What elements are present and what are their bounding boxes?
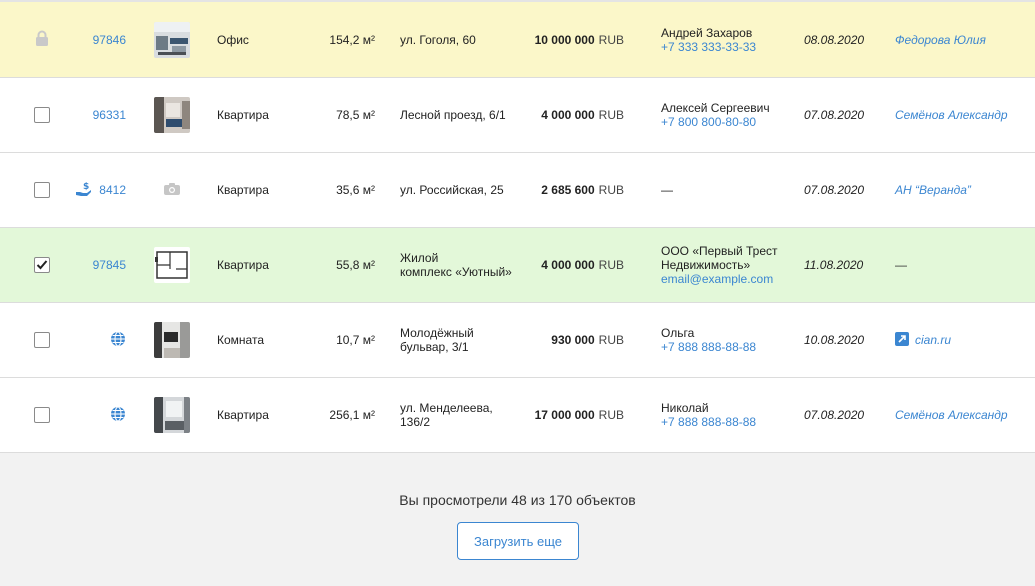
listing-photo[interactable] bbox=[154, 322, 190, 358]
table-row[interactable]: 97846 Офис 154,2 м² ул. Гоголя, 60 10 00… bbox=[0, 0, 1035, 78]
listing-id-link[interactable]: 97846 bbox=[93, 33, 126, 47]
source-link[interactable]: cian.ru bbox=[895, 331, 951, 349]
contact: — bbox=[661, 153, 796, 227]
contact-name: Ольга bbox=[661, 326, 695, 340]
agent-link[interactable]: Семёнов Александр bbox=[895, 408, 1008, 422]
row-checkbox[interactable] bbox=[34, 407, 50, 423]
contact-name-line2: Недвижимость» bbox=[661, 258, 751, 272]
contact: ООО «Первый Трест Недвижимость» email@ex… bbox=[661, 228, 796, 302]
contact: Андрей Захаров +7 333 333-33-33 bbox=[661, 2, 796, 77]
contact-name: Николай bbox=[661, 401, 709, 415]
contact-phone-link[interactable]: +7 800 800-80-80 bbox=[661, 115, 756, 129]
property-address: Молодёжный бульвар, 3/1 bbox=[400, 326, 474, 354]
globe-icon bbox=[110, 405, 126, 425]
property-area: 55,8 м² bbox=[336, 258, 375, 272]
property-type: Комната bbox=[217, 333, 264, 347]
property-price: 17 000 000 RUB bbox=[534, 408, 624, 422]
listing-id-link[interactable]: 97845 bbox=[93, 258, 126, 272]
viewed-count-text: Вы просмотрели 48 из 170 объектов bbox=[399, 492, 636, 508]
listing-date: 11.08.2020 bbox=[804, 258, 864, 272]
contact: Николай +7 888 888-88-88 bbox=[661, 378, 796, 452]
contact-name: Андрей Захаров bbox=[661, 25, 753, 40]
contact-name: ООО «Первый Трест bbox=[661, 244, 778, 258]
listing-photo[interactable] bbox=[154, 247, 190, 283]
table-row[interactable]: Комната 10,7 м² Молодёжный бульвар, 3/1 9… bbox=[0, 303, 1035, 378]
contact-email-link[interactable]: email@example.com bbox=[661, 272, 773, 286]
listing-date: 07.08.2020 bbox=[804, 408, 865, 422]
contact-name: Алексей Сергеевич bbox=[661, 101, 770, 115]
listing-date: 08.08.2020 bbox=[804, 32, 865, 47]
property-type: Квартира bbox=[217, 183, 269, 197]
property-address: ул. Менделеева, 136/2 bbox=[400, 401, 493, 429]
property-address: Лесной проезд, 6/1 bbox=[400, 108, 506, 122]
row-checkbox[interactable] bbox=[34, 257, 50, 273]
table-row[interactable]: Квартира 256,1 м² ул. Менделеева, 136/2 1… bbox=[0, 378, 1035, 453]
listing-date: 07.08.2020 bbox=[804, 183, 865, 197]
listing-date: 07.08.2020 bbox=[804, 108, 865, 122]
listings-table: 97846 Офис 154,2 м² ул. Гоголя, 60 10 00… bbox=[0, 0, 1035, 453]
listing-date: 10.08.2020 bbox=[804, 333, 865, 347]
property-type: Квартира bbox=[217, 408, 269, 422]
row-checkbox[interactable] bbox=[34, 107, 50, 123]
camera-icon bbox=[163, 182, 181, 199]
load-more-button[interactable]: Загрузить еще bbox=[457, 522, 579, 560]
property-address: ул. Российская, 25 bbox=[400, 183, 504, 197]
property-address: Жилой комплекс «Уютный» bbox=[400, 251, 512, 279]
listing-id-link[interactable]: 96331 bbox=[93, 108, 126, 122]
property-address: ул. Гоголя, 60 bbox=[400, 32, 476, 47]
contact: Ольга +7 888 888-88-88 bbox=[661, 303, 796, 377]
property-type: Квартира bbox=[217, 258, 269, 272]
property-price: 930 000 RUB bbox=[551, 333, 624, 347]
check-icon bbox=[36, 260, 48, 270]
contact-phone-link[interactable]: +7 888 888-88-88 bbox=[661, 415, 756, 429]
contact: Алексей Сергеевич +7 800 800-80-80 bbox=[661, 78, 796, 152]
property-price: 4 000 000 RUB bbox=[541, 108, 624, 122]
table-row[interactable]: $ 8412 Квартира 35,6 м² ул. Российская, … bbox=[0, 153, 1035, 228]
property-price: 2 685 600 RUB bbox=[541, 183, 624, 197]
listing-id-link[interactable]: 8412 bbox=[99, 183, 126, 197]
globe-icon bbox=[110, 330, 126, 350]
hand-dollar-icon: $ bbox=[75, 181, 93, 200]
row-checkbox[interactable] bbox=[34, 332, 50, 348]
listing-photo[interactable] bbox=[154, 97, 190, 133]
agent-link[interactable]: АН “Веранда” bbox=[895, 183, 971, 197]
contact-phone-link[interactable]: +7 888 888-88-88 bbox=[661, 340, 756, 354]
property-area: 256,1 м² bbox=[329, 408, 375, 422]
property-price: 10 000 000 RUB bbox=[534, 32, 624, 47]
table-footer: Вы просмотрели 48 из 170 объектов Загруз… bbox=[0, 458, 1035, 586]
agent-link[interactable]: Семёнов Александр bbox=[895, 108, 1008, 122]
property-area: 78,5 м² bbox=[336, 108, 375, 122]
contact-phone-link[interactable]: +7 333 333-33-33 bbox=[661, 40, 756, 54]
property-area: 154,2 м² bbox=[329, 32, 375, 47]
listing-photo[interactable] bbox=[154, 21, 190, 58]
property-price: 4 000 000 RUB bbox=[541, 258, 624, 272]
svg-text:$: $ bbox=[83, 182, 89, 192]
listing-photo[interactable] bbox=[154, 397, 190, 433]
property-area: 10,7 м² bbox=[336, 333, 375, 347]
property-type: Офис bbox=[217, 32, 249, 47]
property-area: 35,6 м² bbox=[336, 183, 375, 197]
agent-empty: — bbox=[895, 258, 907, 272]
table-row[interactable]: 96331 Квартира 78,5 м² Лесной проезд, 6/… bbox=[0, 78, 1035, 153]
external-link-icon bbox=[895, 331, 909, 349]
agent-link[interactable]: Федорова Юлия bbox=[895, 33, 986, 47]
lock-icon bbox=[35, 30, 49, 49]
property-type: Квартира bbox=[217, 108, 269, 122]
table-row[interactable]: 97845 Квартира 55,8 м² Жилой комплекс «Ую… bbox=[0, 228, 1035, 303]
contact-name: — bbox=[661, 183, 673, 197]
row-checkbox[interactable] bbox=[34, 182, 50, 198]
